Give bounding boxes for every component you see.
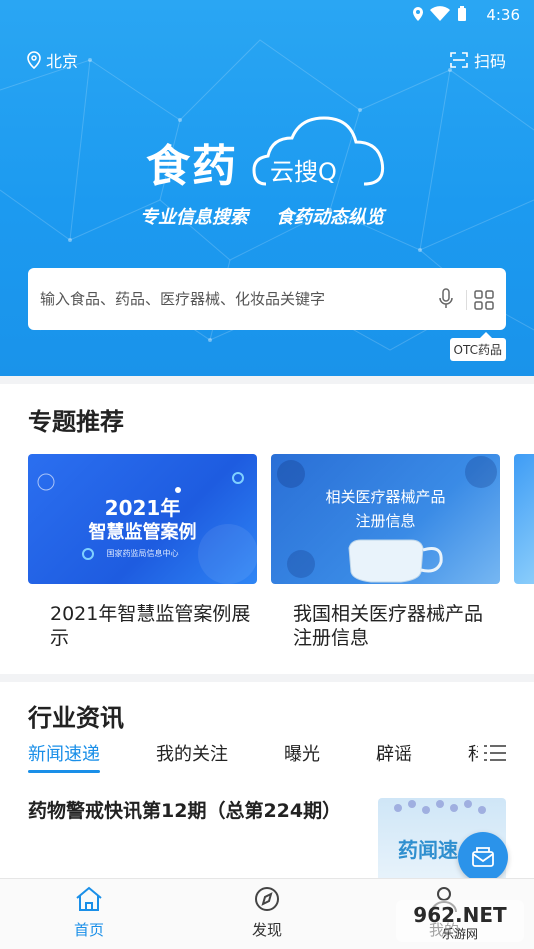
topic-image-footer: 国家药监局信息中心	[106, 549, 179, 558]
svg-text:乐游网: 乐游网	[442, 927, 478, 941]
search-divider	[466, 290, 467, 310]
status-time: 4:36	[486, 6, 520, 24]
topic-card-peek[interactable]	[514, 454, 534, 584]
location-pin-icon	[27, 51, 41, 69]
topic-card-caption: 我国相关医疗器械产品注册信息	[293, 603, 484, 649]
home-icon	[76, 886, 102, 911]
scan-label: 扫码	[473, 52, 506, 71]
mail-icon	[472, 847, 494, 867]
search-box	[28, 268, 506, 330]
nav-home-label: 首页	[73, 921, 104, 939]
status-icons	[412, 6, 468, 22]
site-watermark: 962.NET 乐游网	[396, 898, 526, 944]
topic-card[interactable]: 2021年 智慧监管案例 国家药监局信息中心 2021年智慧监管案例展示	[28, 454, 257, 650]
nav-home[interactable]: 首页	[49, 885, 129, 940]
slogan-right: 食药动态纵览	[276, 207, 384, 228]
scan-button[interactable]: 扫码	[450, 48, 506, 72]
status-bar: 4:36	[0, 0, 534, 30]
category-grid-icon[interactable]	[474, 290, 494, 310]
topic-image-title: 相关医疗器械产品	[325, 488, 446, 506]
logo-main-text: 食药	[146, 141, 238, 192]
topics-section: 专题推荐 2021年 智慧监管案例 国家药监局信息中心 2021年智慧监管案例展…	[0, 384, 534, 674]
news-section: 行业资讯 新闻速递 我的关注 曝光 辟谣 科 药物警戒快讯第12期（总第224期…	[0, 682, 534, 882]
tab-news-express[interactable]: 新闻速递	[28, 740, 100, 766]
tab-menu-icon[interactable]	[484, 744, 506, 762]
logo-sub-text: 云搜Q	[270, 158, 337, 186]
hero-banner: 4:36 北京 扫码 食药 云搜Q 专业信息搜索 食药动态纵览 OTC药	[0, 0, 534, 376]
slogans: 专业信息搜索 食药动态纵览	[140, 203, 384, 229]
nav-discover[interactable]: 发现	[227, 885, 307, 940]
active-tab-indicator	[28, 770, 100, 773]
scan-icon	[450, 52, 468, 68]
topic-card-image: 相关医疗器械产品 注册信息	[271, 454, 500, 584]
topics-title: 专题推荐	[28, 408, 124, 436]
topic-image-title: 2021年	[104, 496, 181, 520]
tab-rumor[interactable]: 辟谣	[376, 740, 412, 766]
app-screen: 4:36 北京 扫码 食药 云搜Q 专业信息搜索 食药动态纵览 OTC药	[0, 0, 534, 949]
battery-icon	[458, 6, 466, 21]
search-input[interactable]	[40, 286, 430, 312]
news-tabs: 新闻速递 我的关注 曝光 辟谣 科	[28, 740, 508, 774]
microphone-icon[interactable]	[438, 288, 454, 310]
otc-tooltip[interactable]: OTC药品	[449, 332, 506, 361]
slogan-left: 专业信息搜索	[140, 207, 248, 228]
message-fab[interactable]	[458, 832, 508, 882]
news-title: 行业资讯	[28, 704, 124, 732]
watermark-logo: 962.NET 乐游网	[396, 900, 524, 942]
topic-image-subtitle: 智慧监管案例	[88, 522, 197, 543]
compass-icon	[255, 887, 279, 911]
topics-carousel[interactable]: 2021年 智慧监管案例 国家药监局信息中心 2021年智慧监管案例展示 相关医…	[28, 454, 534, 650]
topic-image-subtitle: 注册信息	[355, 512, 416, 530]
tab-exposure[interactable]: 曝光	[284, 740, 320, 766]
location-selector[interactable]: 北京	[26, 48, 78, 72]
topic-card[interactable]: 相关医疗器械产品 注册信息 我国相关医疗器械产品注册信息	[271, 454, 500, 650]
svg-text:962.NET: 962.NET	[413, 903, 507, 927]
tab-science[interactable]: 科	[468, 740, 478, 766]
app-logo: 食药 云搜Q	[146, 108, 396, 192]
topic-card-image: 2021年 智慧监管案例 国家药监局信息中心	[28, 454, 257, 584]
tab-my-follow[interactable]: 我的关注	[156, 740, 228, 766]
location-label: 北京	[46, 52, 79, 71]
article-title[interactable]: 药物警戒快讯第12期（总第224期）	[28, 798, 341, 824]
wifi-icon	[430, 6, 450, 21]
location-status-icon	[413, 7, 423, 21]
nav-discover-label: 发现	[251, 921, 282, 939]
thumbnail-text: 药闻速	[398, 838, 458, 862]
topic-card-caption: 2021年智慧监管案例展示	[50, 603, 251, 649]
